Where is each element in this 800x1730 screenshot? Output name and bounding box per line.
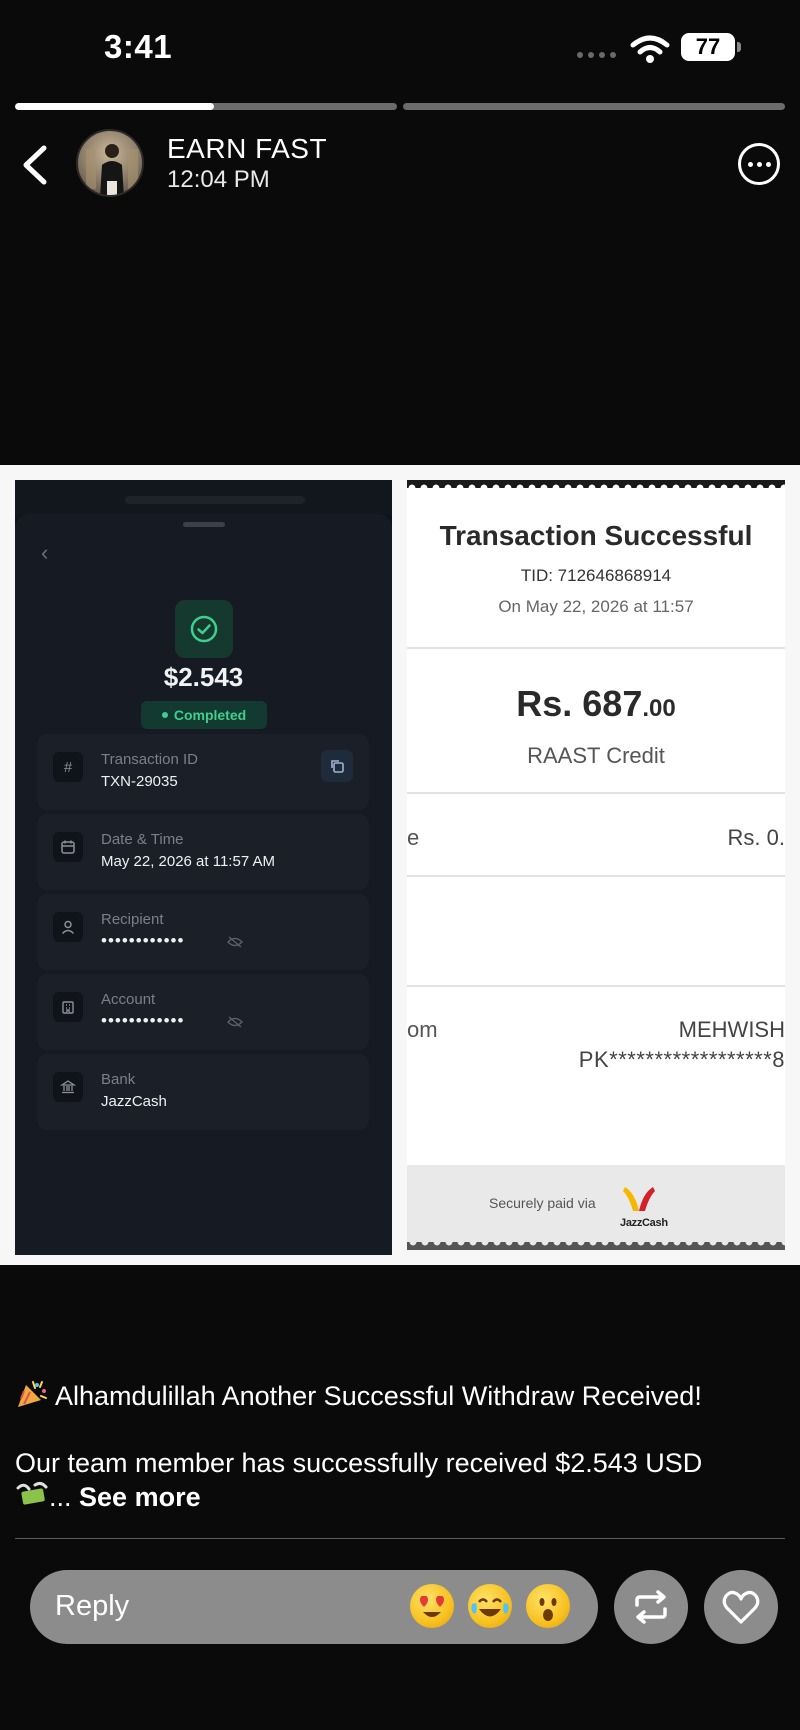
hash-icon: # <box>53 752 83 782</box>
secure-text: Securely paid via <box>489 1195 596 1211</box>
fee-value: Rs. 0. <box>727 825 785 850</box>
back-arrow-icon[interactable] <box>18 142 52 188</box>
row-label: Transaction ID <box>101 751 198 768</box>
divider <box>407 985 785 987</box>
repost-button[interactable] <box>614 1570 688 1644</box>
surprised-emoji-icon[interactable] <box>526 1584 570 1628</box>
copy-icon <box>321 750 353 782</box>
row-value-masked: •••••••••••• <box>101 931 185 950</box>
user-icon <box>53 912 83 942</box>
repost-icon <box>635 1590 667 1624</box>
detail-row-date-time: Date & Time May 22, 2026 at 11:57 AM <box>37 814 369 890</box>
from-label: om <box>407 1017 438 1042</box>
chevron-left-icon: ‹ <box>41 540 49 565</box>
story-progress-fill <box>15 103 214 110</box>
receipt-type: RAAST Credit <box>527 743 665 768</box>
row-value: TXN-29035 <box>101 773 178 790</box>
fee-label: e <box>407 825 420 850</box>
row-label: Recipient <box>101 911 164 928</box>
caption-body: Our team member has successfully receive… <box>15 1447 790 1514</box>
sender-name: MEHWISH <box>678 1017 785 1042</box>
reply-placeholder: Reply <box>55 1590 130 1622</box>
status-badge: Completed <box>141 701 267 729</box>
row-value: JazzCash <box>101 1093 167 1110</box>
row-value: May 22, 2026 at 11:57 AM <box>101 853 276 870</box>
jazzcash-logo-icon <box>623 1187 655 1211</box>
divider <box>407 647 785 649</box>
status-bar: 3:41 77 <box>0 0 800 100</box>
reply-input[interactable]: Reply <box>30 1570 598 1644</box>
receipt-amount: $2.543 <box>163 662 244 692</box>
caption-line-2: Our team member has successfully receive… <box>15 1448 703 1478</box>
eye-off-icon <box>227 1016 243 1028</box>
detail-row-transaction-id: # Transaction ID TXN-29035 <box>37 734 369 810</box>
status-time: 3:41 <box>104 28 173 65</box>
tears-of-joy-emoji-icon[interactable] <box>468 1584 512 1628</box>
caption-divider <box>15 1538 785 1539</box>
detail-row-account: Account •••••••••••• <box>37 974 369 1050</box>
receipt-amount: Rs. 687.00 <box>516 683 676 724</box>
money-with-wings-icon <box>16 1481 48 1505</box>
blurred-top-strip <box>15 480 392 515</box>
receipt-title: Transaction Successful <box>439 520 753 551</box>
party-popper-icon <box>18 1381 47 1407</box>
eye-off-icon <box>227 936 243 948</box>
story-media[interactable]: ‹ $2.543 Completed # Transaction ID TXN-… <box>0 465 800 1265</box>
row-label: Date & Time <box>101 831 184 848</box>
row-label: Account <box>101 991 156 1008</box>
check-circle-icon <box>175 600 233 658</box>
receipt-tid: TID: 712646868914 <box>520 566 672 585</box>
bank-icon <box>53 1072 83 1102</box>
see-more-link[interactable]: See more <box>79 1482 201 1512</box>
avatar[interactable] <box>76 129 144 197</box>
sheet-handle <box>183 522 225 527</box>
dark-receipt-screenshot: ‹ $2.543 Completed # Transaction ID TXN-… <box>15 480 392 1255</box>
receipt-perforation <box>407 480 785 488</box>
bank-building-icon <box>53 992 83 1022</box>
story-progress-1 <box>15 103 397 110</box>
heart-outline-icon <box>722 1590 760 1624</box>
cellular-signal-icon <box>577 52 616 58</box>
divider <box>407 875 785 877</box>
more-options-button[interactable] <box>738 143 780 185</box>
battery-indicator: 77 <box>681 33 741 61</box>
jazzcash-receipt-screenshot: Transaction Successful TID: 712646868914… <box>407 480 785 1250</box>
sender-account: PK******************8 <box>578 1047 785 1072</box>
like-button[interactable] <box>704 1570 778 1644</box>
caption-ellipsis: ... <box>49 1482 72 1512</box>
person-silhouette-icon <box>86 144 138 195</box>
receipt-perforation <box>407 1242 785 1250</box>
story-username[interactable]: EARN FAST <box>167 133 327 165</box>
receipt-sheet: ‹ $2.543 Completed # Transaction ID TXN-… <box>15 514 392 1255</box>
jazzcash-brand: JazzCash <box>620 1217 668 1229</box>
row-label: Bank <box>101 1071 136 1088</box>
detail-row-bank: Bank JazzCash <box>37 1054 369 1130</box>
divider <box>407 792 785 794</box>
detail-row-recipient: Recipient •••••••••••• <box>37 894 369 970</box>
receipt-footer: Securely paid via JazzCash <box>407 1165 785 1242</box>
receipt-date: On May 22, 2026 at 11:57 <box>498 597 694 616</box>
caption-line-1: Alhamdulillah Another Successful Withdra… <box>15 1379 702 1412</box>
story-timestamp: 12:04 PM <box>167 166 270 193</box>
wifi-icon <box>630 35 670 63</box>
row-value-masked: •••••••••••• <box>101 1011 185 1030</box>
calendar-icon <box>53 832 83 862</box>
story-progress-2 <box>403 103 785 110</box>
heart-eyes-emoji-icon[interactable] <box>410 1584 454 1628</box>
